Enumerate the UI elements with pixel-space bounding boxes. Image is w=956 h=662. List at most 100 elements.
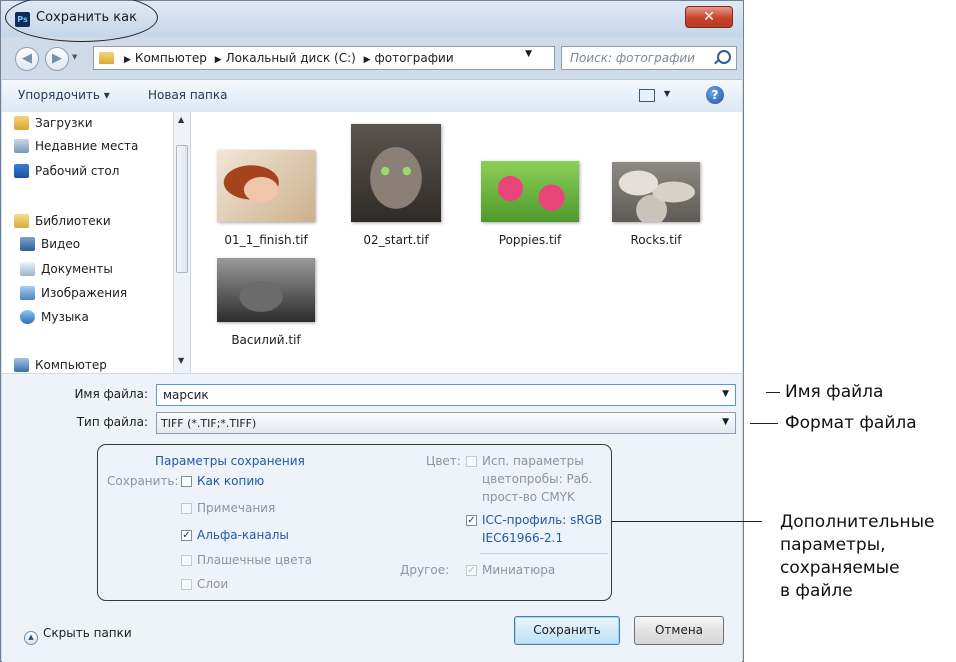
save-as-dialog: Ps Сохранить как ✕ ◀ ▶ ▼ ▶ Компьютер ▶ Лок… [0,0,744,662]
sidebar-item-label: Музыка [41,310,89,324]
file-name[interactable]: Poppies.tif [470,233,590,247]
sidebar-item-documents[interactable]: Документы [20,262,113,276]
alpha-channels-label[interactable]: Альфа-каналы [197,527,289,544]
sidebar-item-label: Недавние места [35,139,139,153]
sidebar-item-libraries[interactable]: Библиотеки [14,214,111,228]
breadcrumb-computer[interactable]: Компьютер [135,51,207,65]
scroll-down-icon[interactable]: ▼ [178,356,184,365]
notes-label: Примечания [197,501,276,515]
options-divider [480,553,608,554]
alpha-channels-checkbox[interactable]: ✓ [181,530,192,541]
chevron-down-icon[interactable]: ▼ [722,389,729,399]
spot-colors-label: Плашечные цвета [197,553,312,567]
sidebar-item-desktop[interactable]: Рабочий стол [14,164,119,178]
proof-setup-line-2: цветопробы: Раб. [482,472,593,486]
other-label: Другое: [400,563,450,577]
save-label: Сохранить: [107,474,179,488]
thumbnail-checkbox: ✓ [466,565,477,576]
notes-checkbox [181,503,192,514]
breadcrumb-folder[interactable]: фотографии [375,51,454,65]
forward-button[interactable]: ▶ [45,47,69,71]
color-label: Цвет: [426,454,461,468]
chevron-up-icon: ▲ [24,631,38,645]
thumbnail-label: Миниатюра [482,563,556,577]
as-copy-checkbox[interactable] [181,476,192,487]
extra-params-annotation-line-1: Дополнительные [780,512,935,532]
save-button[interactable]: Сохранить [514,616,620,645]
filetype-select[interactable]: TIFF (*.TIF;*.TIFF) ▼ [156,412,736,434]
forward-arrow-icon: ▶ [52,51,62,66]
address-bar[interactable]: ▶ Компьютер ▶ Локальный диск (C:) ▶ фотогра… [93,46,555,70]
file-thumbnail-poppies[interactable] [481,161,579,222]
layers-label: Слои [197,577,229,591]
sidebar-item-music[interactable]: Музыка [20,310,89,324]
save-options-header: Параметры сохранения [155,454,305,468]
file-name[interactable]: Rocks.tif [596,233,716,247]
icc-profile-checkbox[interactable]: ✓ [466,515,477,526]
file-name[interactable]: 01_1_finish.tif [206,233,326,247]
filetype-label: Тип файла: [76,415,148,429]
close-icon: ✕ [703,9,715,25]
libraries-icon [14,214,29,228]
file-name[interactable]: 02_start.tif [336,233,456,247]
nav-scrollbar[interactable]: ▲ ▼ [173,112,190,373]
address-dropdown-icon[interactable]: ▼ [525,49,532,59]
save-options-group: Параметры сохранения Сохранить: Как копи… [97,444,612,601]
file-thumbnail-rocks[interactable] [612,162,700,222]
sidebar-item-pictures[interactable]: Изображения [20,286,127,300]
back-arrow-icon: ◀ [22,51,32,66]
file-list: 01_1_finish.tif 02_start.tif Poppies.tif… [191,112,742,373]
hide-folders-label: Скрыть папки [43,626,132,640]
icc-profile-line-2: IEC61966-2.1 [482,531,564,545]
navigation-bar: ◀ ▶ ▼ ▶ Компьютер ▶ Локальный диск (C:) ▶ ф… [9,41,737,75]
view-options-icon[interactable] [639,89,655,102]
documents-icon [20,262,35,276]
video-icon [20,237,35,251]
command-toolbar: Упорядочить ▾ Новая папка ▼ ? [2,79,742,113]
extra-params-annotation-line-2: параметры, [780,535,886,555]
hide-folders-toggle[interactable]: ▲ Скрыть папки [24,626,132,645]
filename-field[interactable]: марсик ▼ [156,384,736,406]
search-icon [717,50,731,64]
sidebar-item-label: Рабочий стол [35,164,120,178]
file-thumbnail-02-start[interactable] [351,124,441,222]
chevron-down-icon[interactable]: ▼ [664,89,670,98]
breadcrumb-separator-icon: ▶ [124,55,131,65]
sidebar-item-recent-places[interactable]: Недавние места [14,139,138,153]
use-proof-setup-checkbox [466,456,477,467]
scroll-up-icon[interactable]: ▲ [178,115,184,124]
as-copy-label[interactable]: Как копию [197,473,264,490]
computer-icon [14,358,29,372]
filename-label: Имя файла: [74,387,148,401]
organize-menu[interactable]: Упорядочить ▾ [18,88,110,102]
breadcrumb-separator-icon: ▶ [214,55,222,65]
icc-profile-line-1[interactable]: ICC-профиль: sRGB [482,512,602,529]
help-icon[interactable]: ? [706,86,724,104]
close-button[interactable]: ✕ [685,6,733,28]
new-folder-button[interactable]: Новая папка [148,88,227,102]
extra-params-annotation-line-3: сохраняемые [780,558,900,578]
file-thumbnail-vasiliy[interactable] [217,258,315,322]
history-dropdown-icon[interactable]: ▼ [72,53,77,61]
recent-places-icon [14,139,29,153]
format-annotation-line [750,423,778,425]
proof-setup-line-1: Исп. параметры [482,454,584,468]
cancel-button[interactable]: Отмена [634,616,724,645]
format-annotation: Формат файла [785,413,917,433]
back-button[interactable]: ◀ [15,47,39,71]
scroll-thumb[interactable] [176,145,188,273]
filetype-value: TIFF (*.TIF;*.TIFF) [161,417,257,430]
save-form: Имя файла: марсик ▼ Тип файла: TIFF (*.T… [2,374,742,662]
proof-setup-line-3: прост-во CMYK [482,490,575,504]
sidebar-item-downloads[interactable]: Загрузки [14,116,93,130]
breadcrumb-drive[interactable]: Локальный диск (C:) [226,51,356,65]
file-thumbnail-01-1-finish[interactable] [217,150,315,222]
sidebar-item-video[interactable]: Видео [20,237,80,251]
file-name[interactable]: Василий.tif [206,333,326,347]
search-input[interactable]: Поиск: фотографии [570,51,695,65]
desktop-icon [14,164,29,178]
chevron-down-icon[interactable]: ▼ [722,417,729,427]
search-box[interactable]: Поиск: фотографии [561,46,737,70]
filename-input[interactable]: марсик [163,388,209,402]
sidebar-item-computer[interactable]: Компьютер [14,358,107,372]
